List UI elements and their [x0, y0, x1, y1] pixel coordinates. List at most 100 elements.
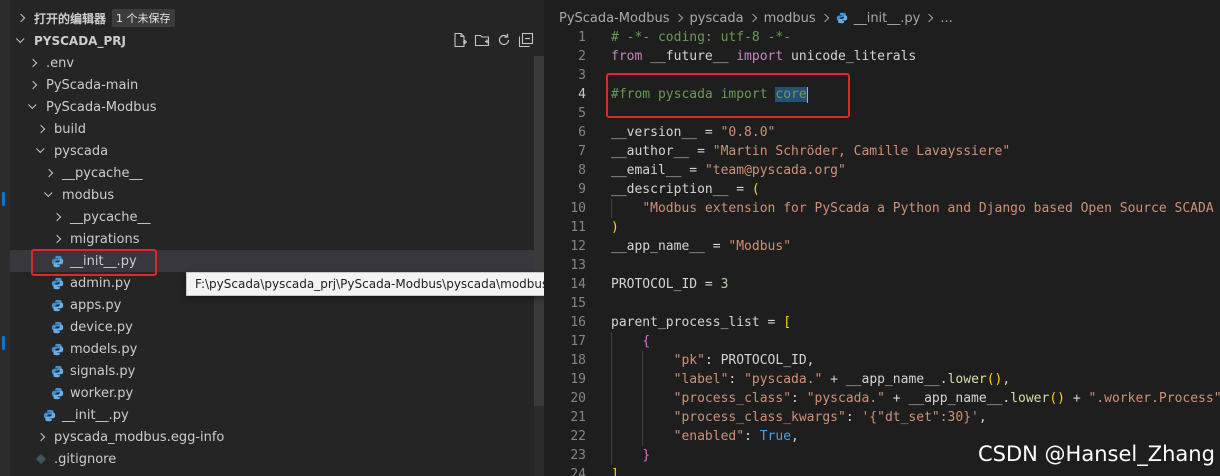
code-token: : PROTOCOL_ID,: [704, 353, 815, 368]
tree-file[interactable]: __init__.py: [10, 404, 544, 426]
code-token: +: [1065, 391, 1089, 406]
tree-file[interactable]: __init__.py: [10, 250, 544, 272]
code-text: "enabled": True,: [611, 427, 799, 446]
code-token: "process_class": [673, 391, 792, 406]
new-folder-icon[interactable]: [474, 32, 490, 48]
line-number: 23: [570, 448, 586, 463]
tree-folder[interactable]: pyscada_modbus.egg-info: [10, 426, 544, 448]
explorer-scrollbar-thumb[interactable]: [534, 56, 544, 406]
line-number: 5: [578, 106, 586, 121]
code-line[interactable]: 20 "process_class": "pyscada." + __app_n…: [544, 389, 1220, 408]
tree-folder[interactable]: __pycache__: [10, 162, 544, 184]
tree-file[interactable]: models.py: [10, 338, 544, 360]
code-token: }: [642, 448, 651, 463]
line-number: 17: [570, 334, 586, 349]
code-line[interactable]: 7 __author__ = "Martin Schröder, Camille …: [544, 142, 1220, 161]
breadcrumb-item[interactable]: modbus: [764, 11, 816, 26]
code-line[interactable]: 6 __version__ = "0.8.0": [544, 123, 1220, 142]
line-number: 13: [570, 258, 586, 273]
code-text: # -*- coding: utf-8 -*-: [611, 28, 791, 47]
tree-item-label: __pycache__: [62, 165, 143, 181]
code-line[interactable]: 13: [544, 256, 1220, 275]
python-file-icon: [51, 343, 64, 355]
code-editor[interactable]: PyScada-Modbus pyscada modbus __init__.py..…: [544, 0, 1220, 476]
tree-item-label: modbus: [62, 187, 115, 203]
code-line[interactable]: 2 from __future__ import unicode_literals: [544, 47, 1220, 66]
code-line[interactable]: 19 "label": "pyscada." + __app_name__.lo…: [544, 370, 1220, 389]
tree-file[interactable]: worker.py: [10, 382, 544, 404]
tree-folder[interactable]: PyScada-Modbus: [10, 96, 544, 118]
code-line[interactable]: 3: [544, 66, 1220, 85]
tree-folder[interactable]: .env: [10, 52, 544, 74]
code-token: unicode_literals: [783, 49, 917, 64]
tree-file[interactable]: signals.py: [10, 360, 544, 382]
code-token: :: [845, 410, 862, 425]
tree-file[interactable]: apps.py: [10, 294, 544, 316]
code-token: ".worker.Process": [1088, 391, 1220, 406]
code-line[interactable]: 10 "Modbus extension for PyScada a Pytho…: [544, 199, 1220, 218]
breadcrumb-item[interactable]: __init__.py: [854, 11, 921, 26]
python-file-icon: [51, 299, 64, 311]
code-token: "Martin Schröder, Camille Lavayssiere": [712, 144, 1011, 159]
tree-folder[interactable]: migrations: [10, 228, 544, 250]
code-text: parent_process_list = [: [611, 313, 791, 332]
unsaved-badge: 1 个未保存: [112, 9, 175, 27]
chevron-right-icon: [925, 13, 934, 23]
tree-item-label: __init__.py: [62, 407, 129, 423]
breadcrumb-item[interactable]: PyScada-Modbus: [559, 11, 670, 26]
code-text: "pk": PROTOCOL_ID,: [611, 351, 815, 370]
code-token: "team@pyscada.org": [704, 163, 846, 178]
watermark: CSDN @Hansel_Zhang: [978, 442, 1215, 466]
new-file-icon[interactable]: [452, 32, 468, 48]
line-number: 12: [570, 239, 586, 254]
tree-file[interactable]: .gitignore: [10, 448, 544, 470]
open-editors-header[interactable]: 打开的编辑器 1 个未保存: [10, 6, 544, 30]
code-line[interactable]: 12 __app_name__ = "Modbus": [544, 237, 1220, 256]
tree-item-label: device.py: [70, 319, 133, 335]
tree-item-label: worker.py: [70, 385, 134, 401]
activity-bar: [0, 0, 10, 476]
tree-item-label: build: [54, 121, 86, 137]
code-line[interactable]: 21 "process_class_kwargs": '{"dt_set":30…: [544, 408, 1220, 427]
code-line[interactable]: 24]: [544, 465, 1220, 476]
code-token: ,: [978, 410, 987, 425]
collapse-all-icon[interactable]: [518, 32, 534, 48]
code-line[interactable]: 15: [544, 294, 1220, 313]
tree-item-label: pyscada: [54, 143, 109, 159]
tree-folder[interactable]: build: [10, 118, 544, 140]
chevron-right-icon: [748, 13, 757, 23]
code-token: from: [611, 49, 643, 64]
code-token: lower: [947, 372, 987, 387]
code-line[interactable]: 18 "pk": PROTOCOL_ID,: [544, 351, 1220, 370]
tree-folder[interactable]: pyscada: [10, 140, 544, 162]
breadcrumb-item[interactable]: ...: [940, 11, 952, 26]
line-number: 2: [578, 49, 586, 64]
code-token: (): [1049, 391, 1065, 406]
python-file-icon: [51, 277, 64, 289]
code-token: =: [681, 163, 705, 178]
tree-file[interactable]: device.py: [10, 316, 544, 338]
tree-folder[interactable]: modbus: [10, 184, 544, 206]
code-line[interactable]: 17 {: [544, 332, 1220, 351]
breadcrumb-item[interactable]: pyscada: [690, 11, 744, 26]
code-line[interactable]: 5: [544, 104, 1220, 123]
code-line[interactable]: 9 __description__ = (: [544, 180, 1220, 199]
code-line[interactable]: 8 __email__ = "team@pyscada.org": [544, 161, 1220, 180]
chevron-right-icon: [36, 432, 46, 442]
code-line[interactable]: 4 #from pyscada import core: [544, 85, 1220, 104]
code-line[interactable]: 14 PROTOCOL_ID = 3: [544, 275, 1220, 294]
code-line[interactable]: 1 # -*- coding: utf-8 -*-: [544, 28, 1220, 47]
line-number: 18: [570, 353, 586, 368]
code-token: "pyscada.": [806, 391, 885, 406]
code-line[interactable]: 16 parent_process_list = [: [544, 313, 1220, 332]
tree-folder[interactable]: PyScada-main: [10, 74, 544, 96]
tree-folder[interactable]: __pycache__: [10, 206, 544, 228]
code-token: "Modbus extension for PyScada a Python a…: [642, 201, 1220, 216]
code-token: + __app_name__.: [822, 372, 948, 387]
refresh-icon[interactable]: [496, 32, 512, 48]
code-line[interactable]: 11): [544, 218, 1220, 237]
code-token: :: [791, 391, 807, 406]
